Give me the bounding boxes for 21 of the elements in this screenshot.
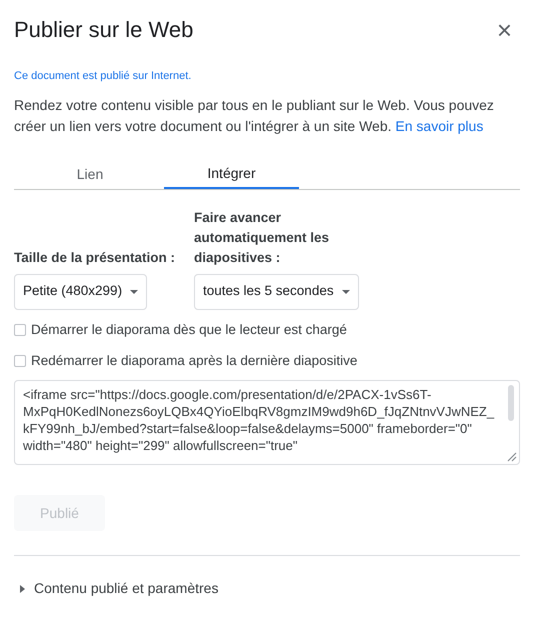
caret-icon	[342, 290, 350, 294]
select-label: Taille de la présentation :	[14, 248, 176, 267]
scrollbar[interactable]	[508, 385, 514, 421]
caret-icon	[130, 290, 138, 294]
tab[interactable]: Intégrer	[164, 160, 299, 188]
checkbox[interactable]	[14, 354, 26, 367]
select-label: Faire avancer automatiquement les diapositives :	[194, 208, 330, 267]
dropdown[interactable]: Petite (480x299)	[14, 274, 148, 310]
checkbox[interactable]	[14, 324, 26, 336]
embed-code-field[interactable]: <iframe src="https://docs.google.com/presentation/d/e/2PACX-1vSs6T-MxPqH0KedlNonezs6oyLQBx4QYioElbqRV8gmzIM9wd9h6D_fJqZNtnvVJwNEZ_kFY99nh_bJ/embed?start=false&loop=false&delayms=5000" frameborder="0" width="480" height="299" allowfullscreen="true"	[14, 380, 520, 465]
status-text: Ce document est publié sur Internet.	[14, 69, 192, 84]
tab[interactable]: Lien	[16, 160, 164, 188]
learn-more-link[interactable]: En savoir plus	[395, 118, 484, 134]
description-text: Rendez votre contenu visible par tous en le publiant sur le Web. Vous pouvez créer un lien vers votre document ou l'intégrer à un site Web. En savoir plus	[14, 96, 495, 136]
close-button[interactable]: ×	[496, 17, 512, 43]
checkbox-label: Redémarrer le diaporama après la dernière diapositive	[31, 352, 358, 370]
dropdown[interactable]: toutes les 5 secondes	[194, 274, 359, 310]
triangle-icon	[20, 584, 25, 592]
dialog-title: Publier sur le Web	[14, 16, 194, 44]
checkbox-label: Démarrer le diaporama dès que le lecteur est chargé	[31, 320, 347, 339]
expander[interactable]: Contenu publié et paramètres	[14, 578, 218, 599]
